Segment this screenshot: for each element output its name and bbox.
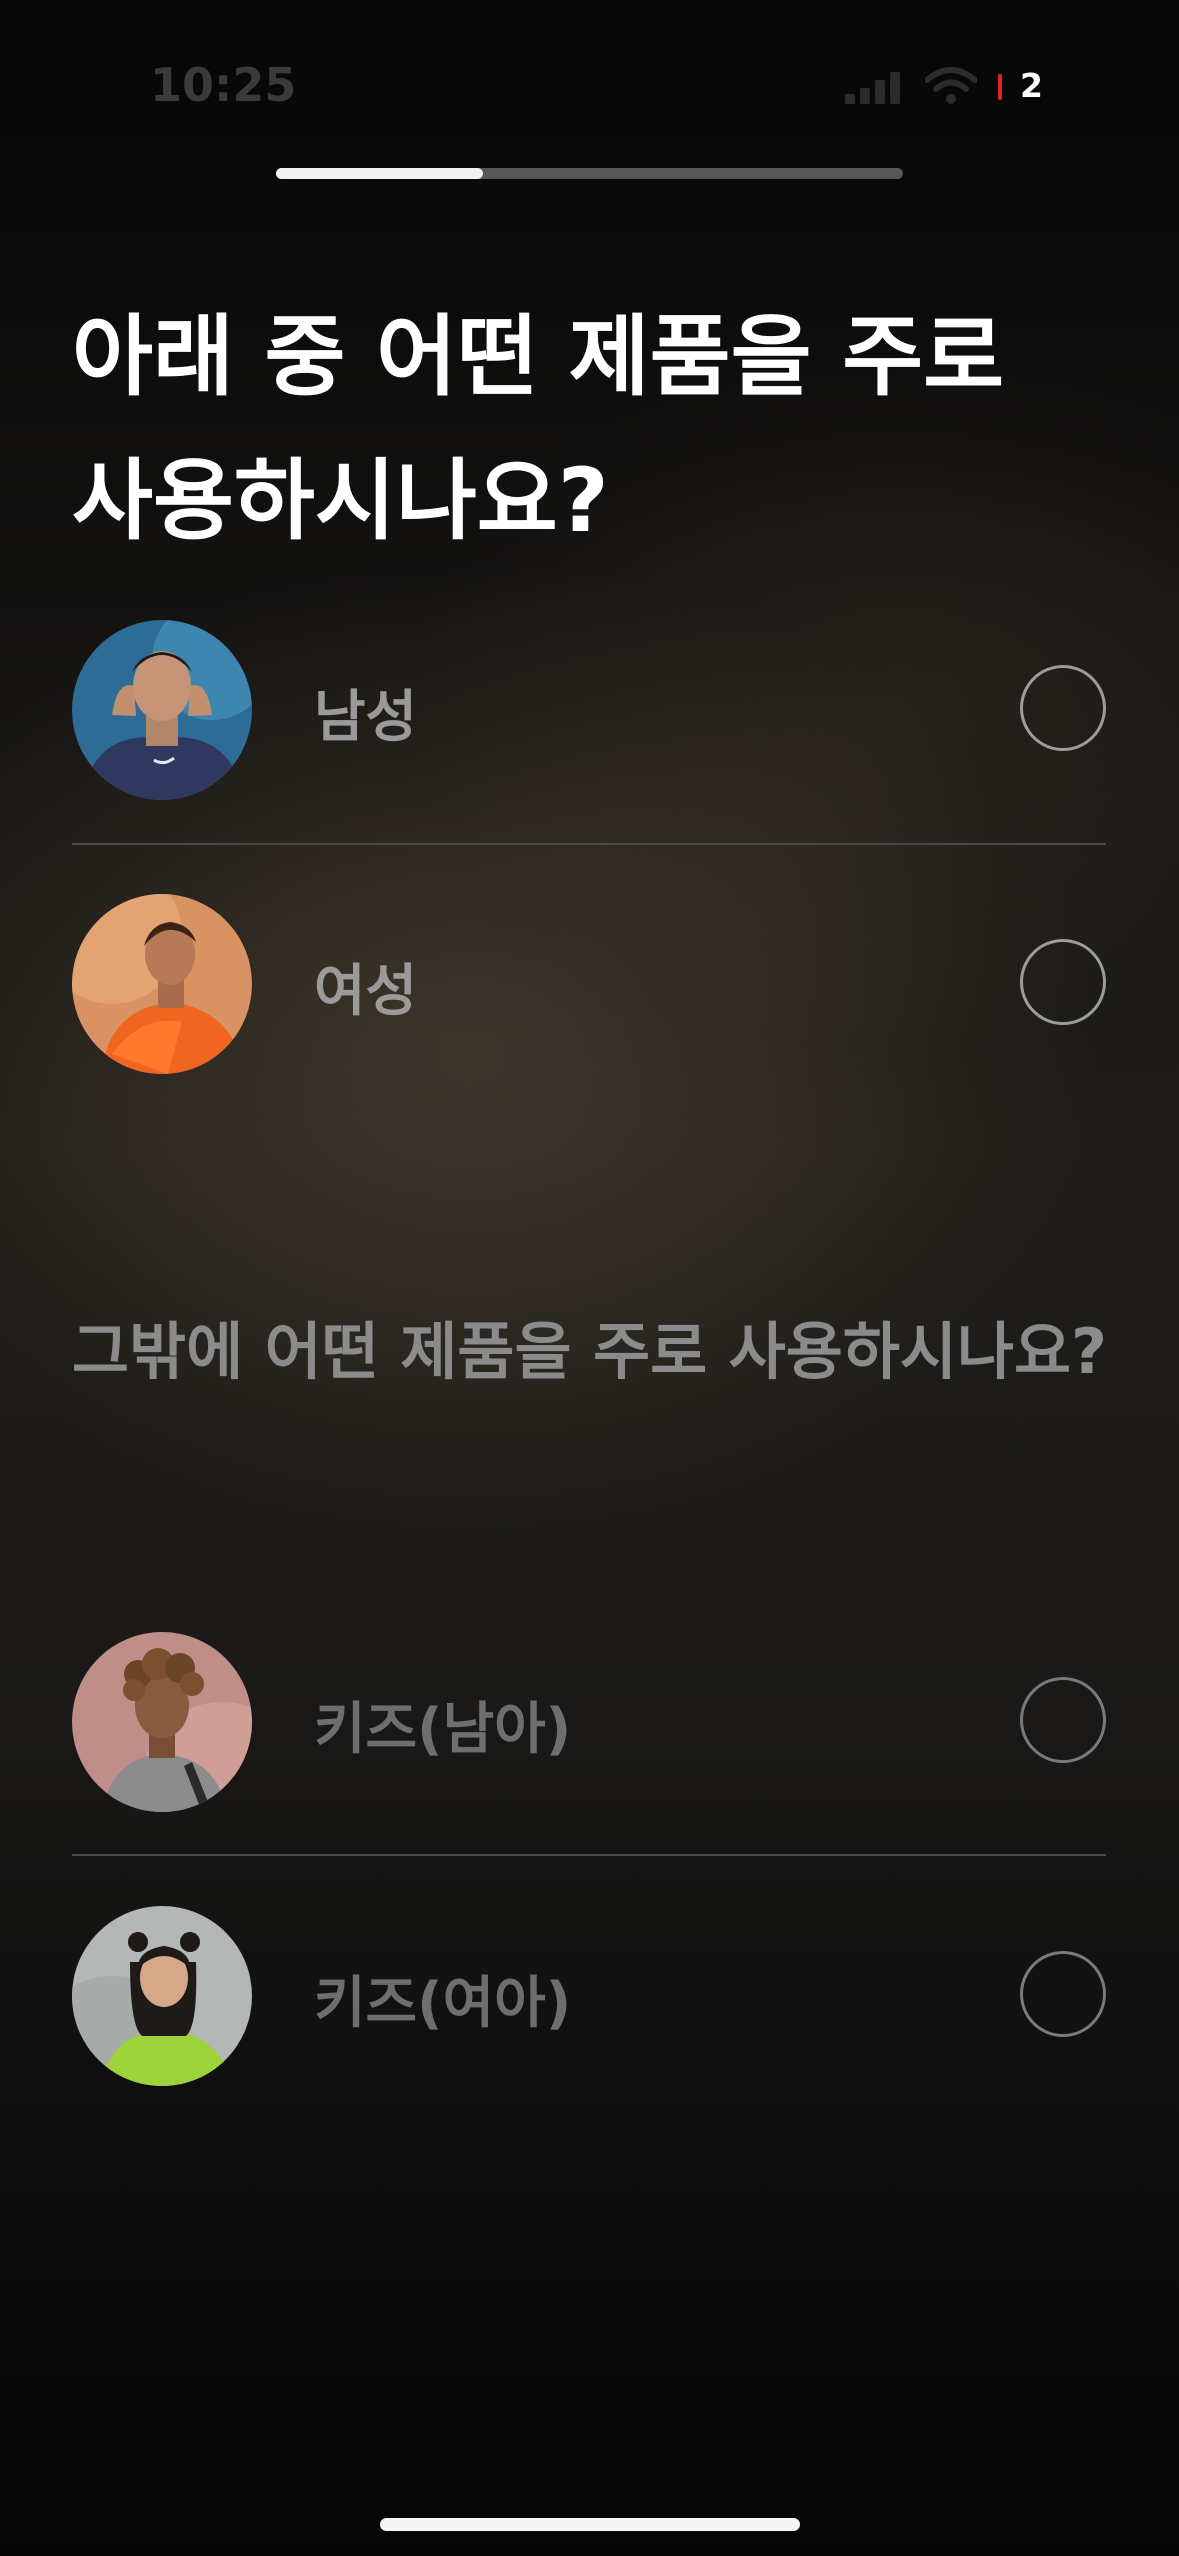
option-kids-boys[interactable]: 키즈(남아): [72, 1632, 1106, 1812]
option-kids-girls-radio[interactable]: [1020, 1951, 1106, 2037]
battery-level: 2: [1020, 66, 1043, 105]
option-women-radio[interactable]: [1020, 939, 1106, 1025]
option-kids-girls[interactable]: 키즈(여아): [72, 1906, 1106, 2086]
kids-boys-avatar: [72, 1632, 252, 1812]
option-women-label: 여성: [314, 959, 418, 1024]
status-time: 10:25: [150, 58, 297, 112]
option-divider: [72, 1854, 1106, 1856]
cellular-signal-icon: [845, 70, 905, 104]
option-kids-boys-radio[interactable]: [1020, 1677, 1106, 1763]
women-avatar: [72, 894, 252, 1074]
status-bar: 10:25 2: [0, 0, 1179, 170]
men-avatar: [72, 620, 252, 800]
option-women[interactable]: 여성: [72, 894, 1106, 1074]
option-kids-boys-label: 키즈(남아): [314, 1697, 572, 1762]
kids-girls-avatar: [72, 1906, 252, 2086]
question-title: 아래 중 어떤 제품을 주로 사용하시나요?: [72, 305, 1005, 552]
survey-progress-bar: [276, 168, 903, 179]
secondary-question-title: 그밖에 어떤 제품을 주로 사용하시나요?: [72, 1315, 1107, 1388]
wifi-icon: [925, 67, 977, 104]
option-divider: [72, 843, 1106, 845]
battery-icon: 2: [998, 66, 1078, 106]
home-indicator[interactable]: [380, 2518, 800, 2531]
survey-progress-fill: [276, 168, 483, 179]
option-men-label: 남성: [314, 685, 418, 750]
option-men-radio[interactable]: [1020, 665, 1106, 751]
option-men[interactable]: 남성: [72, 620, 1106, 800]
option-kids-girls-label: 키즈(여아): [314, 1971, 572, 2036]
